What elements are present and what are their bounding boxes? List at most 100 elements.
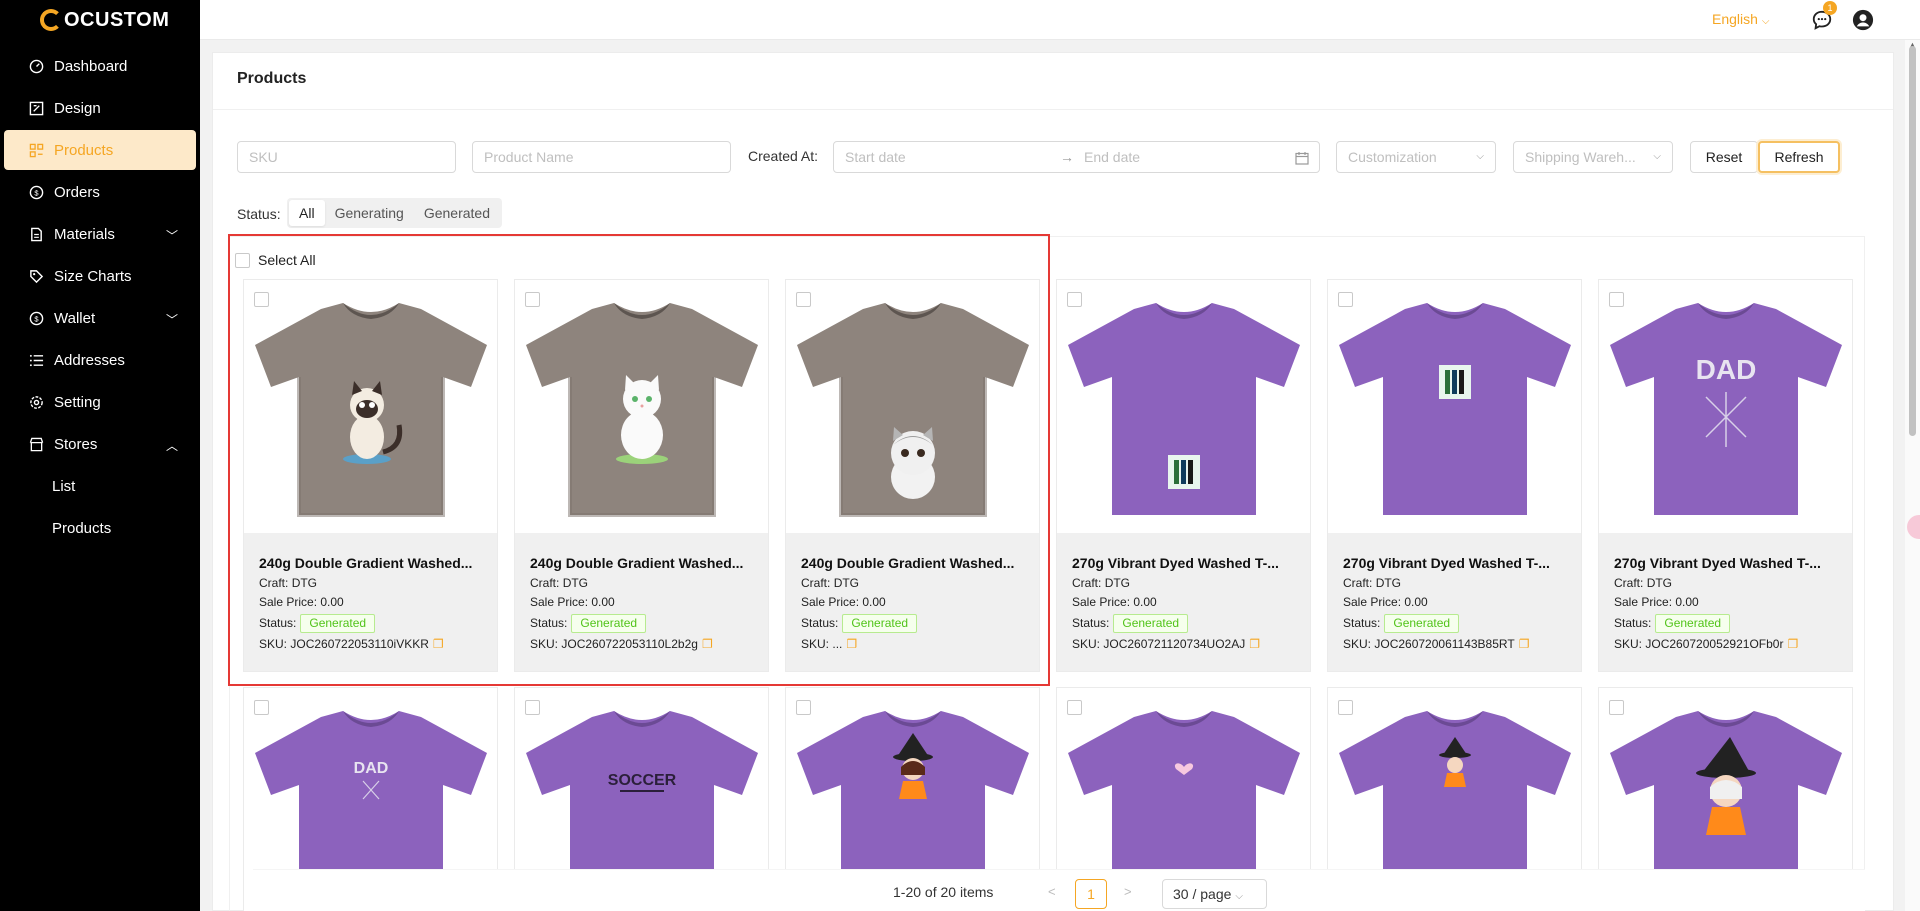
product-checkbox[interactable] [1609, 292, 1624, 307]
product-info: 240g Double Gradient Washed... Craft: DTG… [786, 533, 1039, 671]
product-card[interactable]: DAD 270g Vibrant Dyed Washed T-... Craft: … [1598, 279, 1853, 672]
sku-placeholder: SKU [249, 149, 278, 165]
product-name[interactable]: 270g Vibrant Dyed Washed T-... [1343, 555, 1566, 571]
chevron-down-icon[interactable]: ﹀ [166, 227, 178, 244]
status-option-all[interactable]: All [289, 200, 325, 226]
sku-value: JOC260721120734UO2AJ [1103, 637, 1246, 651]
sidebar-item-label: Size Charts [54, 267, 132, 285]
product-image[interactable]: DAD [1599, 280, 1852, 533]
product-name[interactable]: 270g Vibrant Dyed Washed T-... [1614, 555, 1837, 571]
product-image[interactable] [515, 280, 768, 533]
sidebar-item-setting[interactable]: Setting [4, 382, 196, 422]
copy-icon[interactable]: ❐ [1787, 637, 1798, 651]
product-image[interactable] [786, 280, 1039, 533]
user-avatar-icon[interactable] [1852, 9, 1874, 31]
status-label: Status: [1614, 616, 1652, 630]
product-checkbox[interactable] [1609, 700, 1624, 715]
status-option-generating[interactable]: Generating [325, 200, 414, 226]
product-status: Status: Generated [1072, 614, 1295, 633]
tshirt-image[interactable] [1064, 287, 1304, 527]
copy-icon[interactable]: ❐ [1249, 637, 1260, 651]
sidebar-item-design[interactable]: Design [4, 88, 196, 128]
product-name[interactable]: 270g Vibrant Dyed Washed T-... [1072, 555, 1295, 571]
next-page-button[interactable]: > [1124, 884, 1132, 899]
tshirt-image[interactable] [793, 287, 1033, 527]
copy-icon[interactable]: ❐ [702, 637, 713, 651]
craft-label: Craft: [530, 576, 560, 590]
product-checkbox[interactable] [1067, 292, 1082, 307]
product-name-input[interactable]: Product Name [472, 141, 731, 173]
chevron-up-icon[interactable]: ︿ [166, 437, 178, 454]
calendar-icon [1295, 152, 1309, 165]
sidebar-item-dashboard[interactable]: Dashboard [4, 46, 196, 86]
product-card[interactable]: 240g Double Gradient Washed... Craft: DTG… [785, 279, 1040, 672]
status-label: Status: [1343, 616, 1381, 630]
product-image[interactable] [1328, 280, 1581, 533]
sidebar-item-label: Products [54, 141, 114, 159]
product-checkbox[interactable] [796, 700, 811, 715]
product-checkbox[interactable] [1338, 700, 1353, 715]
product-image[interactable] [244, 280, 497, 533]
copy-icon[interactable]: ❐ [846, 637, 857, 651]
language-selector[interactable]: English ⌵ [1712, 11, 1770, 27]
refresh-button[interactable]: Refresh [1758, 141, 1840, 173]
status-option-generated[interactable]: Generated [414, 200, 500, 226]
product-status: Status: Generated [259, 614, 482, 633]
product-checkbox[interactable] [254, 292, 269, 307]
product-checkbox[interactable] [1338, 292, 1353, 307]
svg-text:$: $ [34, 314, 39, 323]
sku-label: SKU: [801, 637, 830, 651]
sidebar-item-wallet[interactable]: $ Wallet ﹀ [4, 298, 196, 338]
product-image[interactable] [1057, 280, 1310, 533]
sidebar-item-size-charts[interactable]: Size Charts [4, 256, 196, 296]
start-date-input[interactable]: Start date [845, 149, 906, 165]
copy-icon[interactable]: ❐ [1519, 637, 1530, 651]
status-badge: Generated [1655, 614, 1731, 633]
page-scrollbar[interactable]: ▲ [1905, 40, 1920, 911]
product-card[interactable]: 270g Vibrant Dyed Washed T-... Craft: DTG… [1056, 279, 1311, 672]
sidebar-subitem-products[interactable]: Products [4, 508, 196, 548]
sidebar-item-materials[interactable]: Materials ﹀ [4, 214, 196, 254]
end-date-input[interactable]: End date [1084, 149, 1140, 165]
product-card[interactable]: 270g Vibrant Dyed Washed T-... Craft: DTG… [1327, 279, 1582, 672]
tshirt-image[interactable] [522, 287, 762, 527]
title-divider [213, 109, 1893, 110]
tshirt-image[interactable] [251, 287, 491, 527]
brand-logo[interactable]: OCUSTOM [0, 0, 200, 40]
page-size-select[interactable]: 30 / page ⌵ [1162, 879, 1267, 909]
tshirt-image[interactable]: DAD [1606, 287, 1846, 527]
reset-button[interactable]: Reset [1690, 141, 1758, 173]
tshirt-image[interactable] [1335, 287, 1575, 527]
prev-page-button[interactable]: < [1048, 884, 1056, 899]
svg-text:SOCCER: SOCCER [607, 772, 676, 789]
sidebar-subitem-list[interactable]: List [4, 466, 196, 506]
product-name[interactable]: 240g Double Gradient Washed... [801, 555, 1024, 571]
product-name[interactable]: 240g Double Gradient Washed... [259, 555, 482, 571]
product-card[interactable]: 240g Double Gradient Washed... Craft: DTG… [243, 279, 498, 672]
date-range-picker[interactable]: Start date → End date [833, 141, 1320, 173]
product-checkbox[interactable] [1067, 700, 1082, 715]
product-name[interactable]: 240g Double Gradient Washed... [530, 555, 753, 571]
product-sku: SKU: JOC260721120734UO2AJ ❐ [1072, 635, 1295, 654]
sidebar-item-products[interactable]: Products [4, 130, 196, 170]
sidebar-item-orders[interactable]: $ Orders [4, 172, 196, 212]
product-checkbox[interactable] [525, 700, 540, 715]
product-price: Sale Price: 0.00 [1072, 593, 1295, 612]
chevron-down-icon[interactable]: ﹀ [166, 311, 178, 328]
product-card[interactable]: 240g Double Gradient Washed... Craft: DTG… [514, 279, 769, 672]
sidebar-item-label: Addresses [54, 351, 125, 369]
sidebar-item-label: Design [54, 99, 101, 117]
select-all-checkbox[interactable]: Select All [235, 252, 316, 268]
shipping-warehouse-select[interactable]: Shipping Wareh... ⌵ [1513, 141, 1673, 173]
page-number-button[interactable]: 1 [1075, 879, 1107, 909]
sidebar-item-addresses[interactable]: Addresses [4, 340, 196, 380]
notification-badge: 1 [1823, 1, 1837, 15]
copy-icon[interactable]: ❐ [433, 637, 444, 651]
customization-select[interactable]: Customization ⌵ [1336, 141, 1496, 173]
sku-input[interactable]: SKU [237, 141, 456, 173]
product-checkbox[interactable] [796, 292, 811, 307]
scroll-thumb[interactable] [1909, 46, 1916, 436]
product-checkbox[interactable] [254, 700, 269, 715]
product-checkbox[interactable] [525, 292, 540, 307]
sidebar-item-stores[interactable]: Stores ︿ [4, 424, 196, 464]
